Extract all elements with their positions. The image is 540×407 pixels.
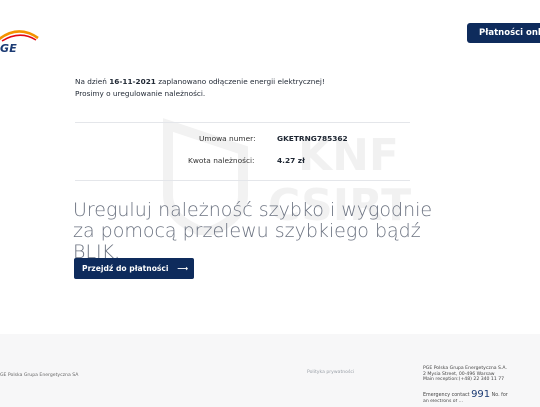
footer-address: PGE Polska Grupa Energetyczna S.A. 2 Mys… [423, 366, 507, 383]
intro-line2: Prosimy o uregulowanie należności. [75, 89, 206, 98]
footer-company: GE Polska Grupa Energetyczna SA [0, 373, 79, 378]
divider-bottom [75, 180, 410, 181]
emergency-contact: Emergency contact 991 No. for an electro… [423, 389, 508, 403]
divider-top [75, 122, 410, 123]
intro-suffix: zaplanowano odłączenie energii elektrycz… [155, 77, 325, 86]
logo-text: GE [0, 42, 17, 55]
disconnection-date: 16-11-2021 [109, 77, 156, 86]
emergency-cut-line: an electrons of ... [423, 399, 464, 403]
go-to-payment-label: Przejdź do płatności [82, 264, 169, 273]
emergency-prefix: Emergency contact [423, 393, 472, 398]
contract-value: GKETRNG785362 [277, 134, 348, 143]
intro-message: Na dzień 16-11-2021 zaplanowano odłączen… [75, 76, 325, 100]
address-line: Main reception:(+48) 22 340 11 77 [423, 377, 505, 383]
contract-label: Umowa numer: [199, 134, 256, 143]
arrow-right-icon: ⟶ [177, 264, 189, 273]
privacy-policy-link[interactable]: Polityka prywatności [307, 370, 354, 375]
emergency-suffix: No. for [490, 393, 508, 398]
payments-online-button[interactable]: Płatności onl [467, 23, 540, 43]
go-to-payment-button[interactable]: Przejdź do płatności ⟶ [74, 258, 194, 279]
pge-logo[interactable]: GE [0, 26, 44, 58]
address-line: PGE Polska Grupa Energetyczna S.A. [423, 366, 507, 371]
amount-value: 4.27 zł [277, 156, 305, 165]
intro-prefix: Na dzień [75, 77, 110, 86]
amount-label: Kwota należności: [188, 156, 255, 165]
headline: Ureguluj należność szybko i wygodnie za … [73, 199, 433, 263]
emergency-number: 991 [471, 389, 491, 400]
